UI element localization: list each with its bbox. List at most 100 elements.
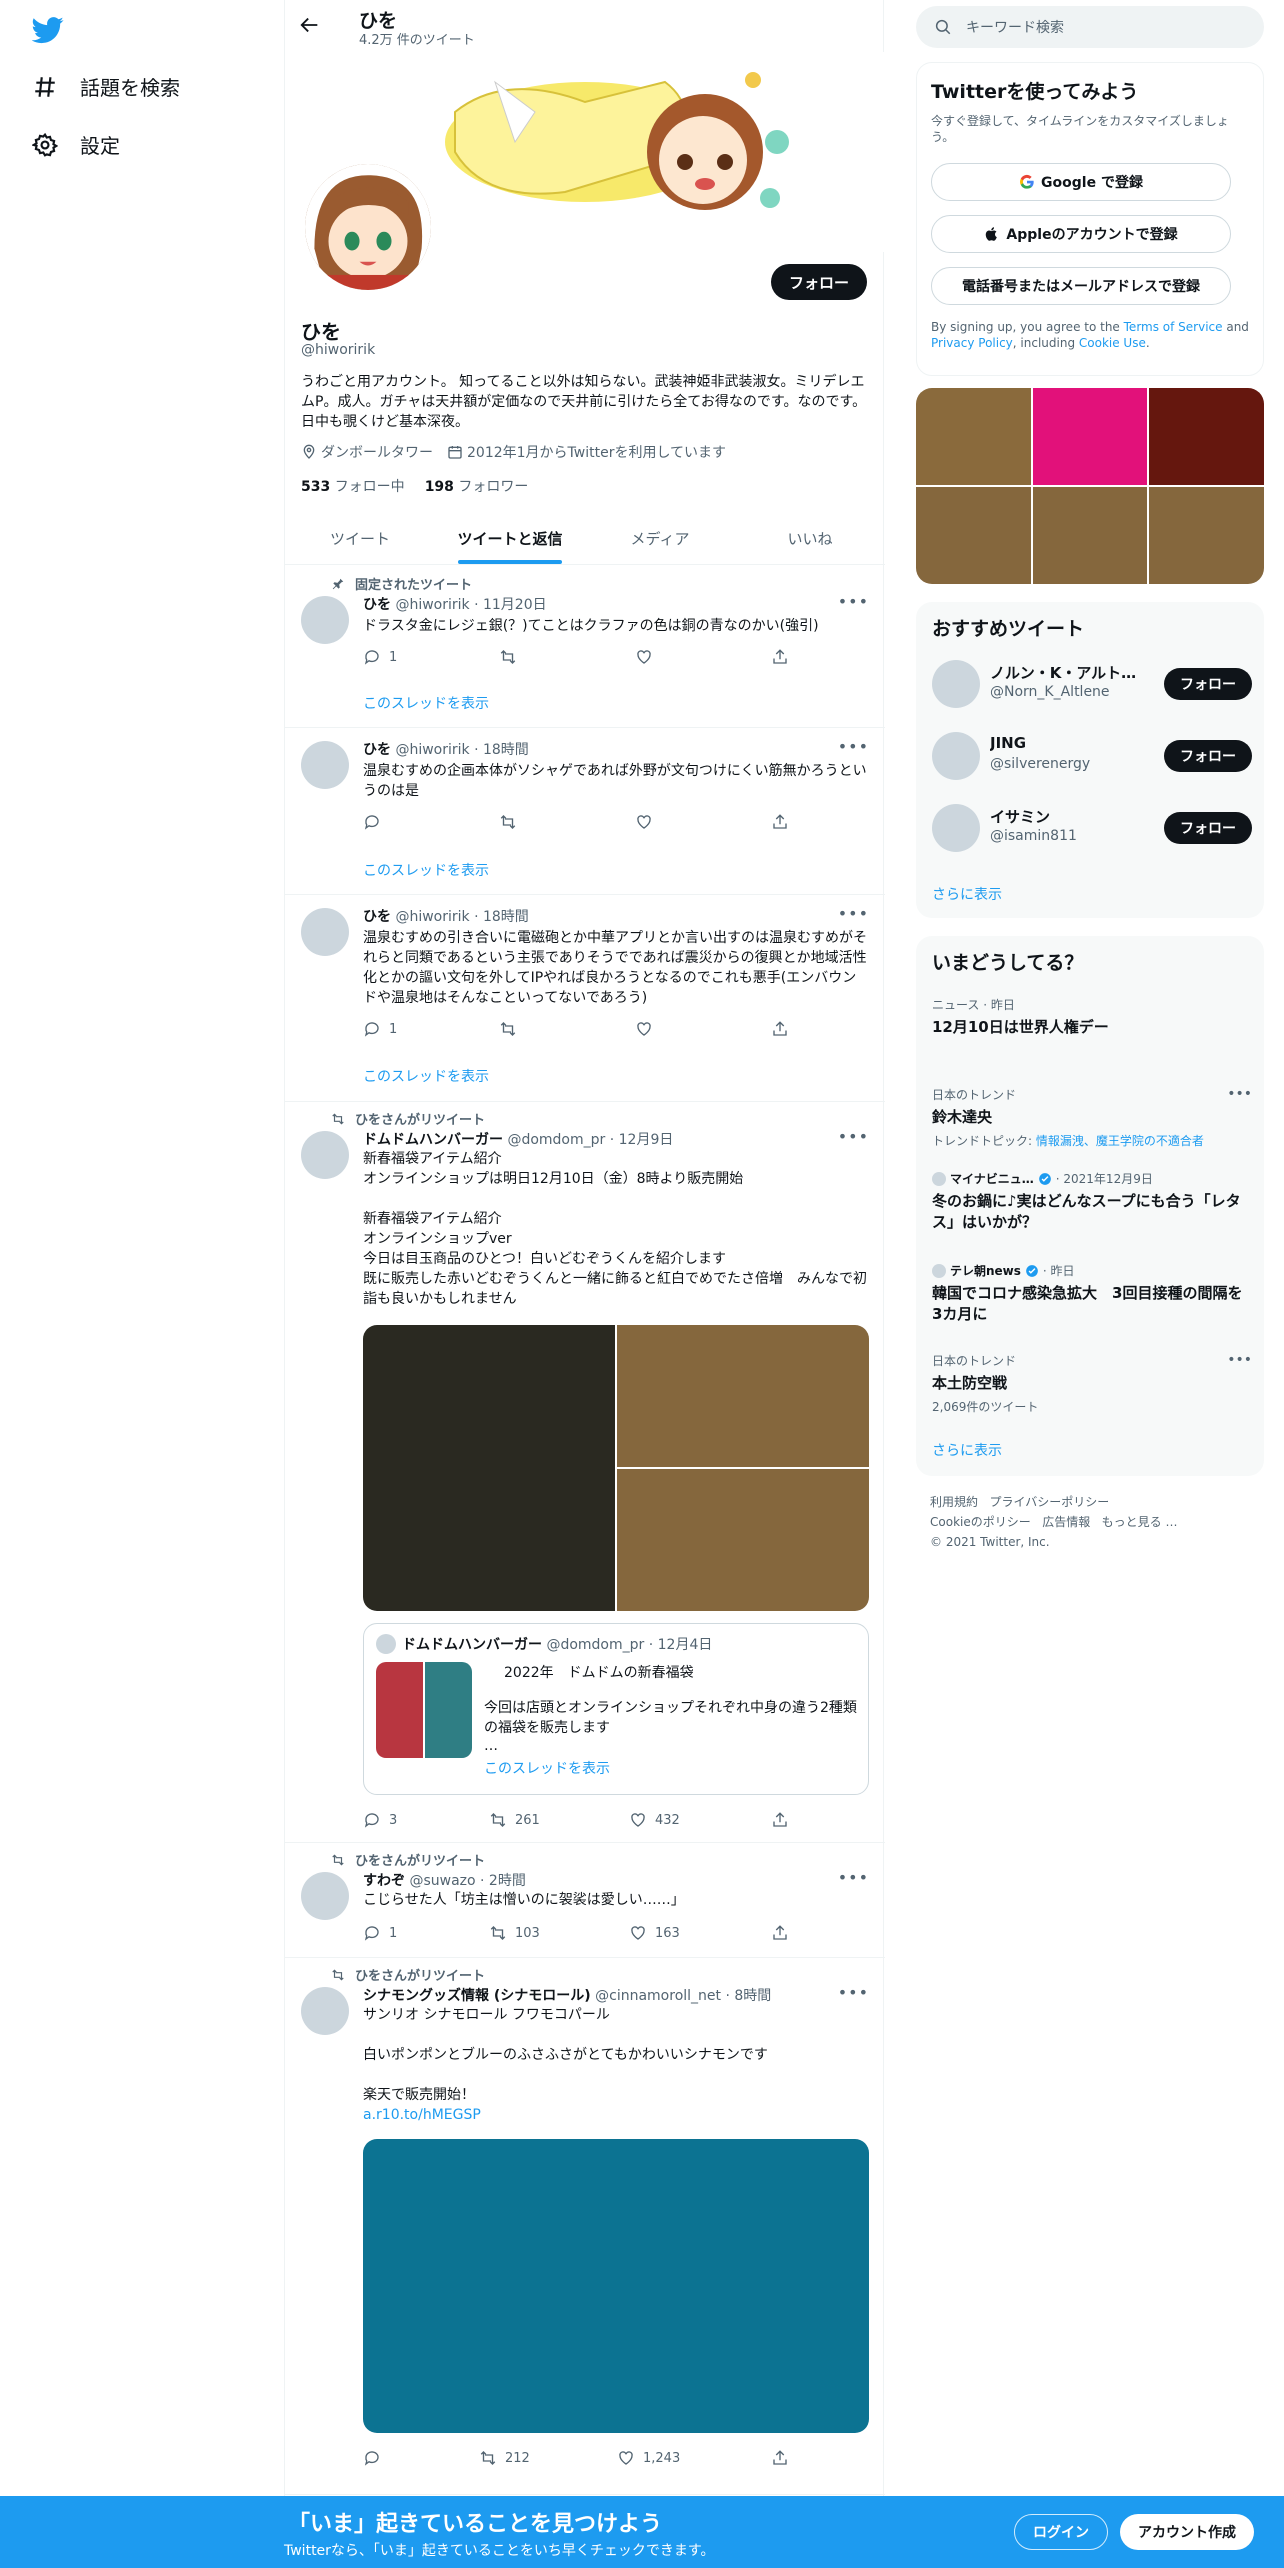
photo-tile[interactable] (1032, 388, 1148, 485)
reply-button[interactable]: 1 (363, 648, 397, 666)
trend-item[interactable]: 日本のトレンド 鈴木達央 トレンドトピック: 情報漏洩、魔王学院の不適合者 ••… (932, 1086, 1252, 1149)
footer-cookie-link[interactable]: Cookieのポリシー (930, 1515, 1031, 1529)
twitter-logo-icon[interactable] (32, 14, 64, 46)
more-icon[interactable]: ••• (838, 592, 869, 611)
like-button[interactable]: 432 (629, 1811, 680, 1829)
tab-tweets[interactable]: ツイート (285, 512, 435, 564)
tweet-retweeted[interactable]: ひをさんがリツイート ドムドムハンバーガー @domdom_pr · 12月9日… (285, 1103, 885, 1843)
back-arrow-icon[interactable] (299, 14, 323, 38)
share-button[interactable] (771, 1020, 789, 1038)
quote-show-thread-link[interactable]: このスレッドを表示 (484, 1758, 610, 1778)
media-image[interactable] (617, 1469, 869, 1611)
share-button[interactable] (771, 2449, 789, 2467)
show-thread-link[interactable]: このスレッドを表示 (363, 860, 489, 880)
google-signup-button[interactable]: Google で登録 (931, 163, 1231, 201)
tweet[interactable]: ひを @hiworirik · 18時間 ••• 温泉むすめの引き合いに電磁砲と… (285, 896, 885, 1102)
retweet-button[interactable]: 261 (489, 1811, 540, 1829)
profile-avatar[interactable] (301, 160, 435, 294)
followers-link[interactable]: 198 フォロワー (425, 476, 529, 496)
nav-settings[interactable]: 設定 (32, 130, 120, 159)
login-button[interactable]: ログイン (1014, 2514, 1108, 2550)
like-button[interactable] (635, 648, 661, 666)
tab-media[interactable]: メディア (585, 512, 735, 564)
retweet-button[interactable]: 103 (489, 1924, 540, 1942)
photo-tile[interactable] (1149, 388, 1264, 485)
reply-button[interactable]: 1 (363, 1924, 397, 1942)
share-button[interactable] (771, 813, 789, 831)
tweet-author-name[interactable]: シナモングッズ情報 (シナモロール) (363, 1988, 591, 2004)
tweet-author-name[interactable]: すわぞ (363, 1873, 405, 1889)
share-button[interactable] (771, 648, 789, 666)
reply-button[interactable] (363, 813, 389, 831)
photo-tile[interactable] (916, 388, 1031, 485)
media-image[interactable] (617, 1325, 869, 1467)
like-button[interactable]: 1,243 (617, 2449, 680, 2467)
photo-tile[interactable] (1032, 487, 1148, 584)
trend-item[interactable]: テレ朝news · 昨日 韓国でコロナ感染急拡大 3回目接種の間隔を3カ月に (932, 1262, 1252, 1325)
more-icon[interactable]: ••• (838, 904, 869, 923)
show-thread-link[interactable]: このスレッドを表示 (363, 693, 489, 713)
show-thread-link[interactable]: このスレッドを表示 (363, 1066, 489, 1086)
search-input[interactable]: キーワード検索 (966, 17, 1064, 37)
tweet-media-image[interactable] (363, 2139, 869, 2433)
tweet-retweeted[interactable]: ひをさんがリツイート シナモングッズ情報 (シナモロール) @cinnamoro… (285, 1959, 885, 2495)
more-icon[interactable]: ••• (1227, 1352, 1252, 1368)
retweet-button[interactable]: 212 (479, 2449, 530, 2467)
cookie-use-link[interactable]: Cookie Use (1079, 336, 1146, 350)
show-more-link[interactable]: さらに表示 (932, 1440, 1002, 1460)
trend-item[interactable]: マイナビニュ… · 2021年12月9日 冬のお鍋に♪実はどんなスープにも合う「… (932, 1170, 1252, 1233)
footer-terms-link[interactable]: 利用規約 (930, 1495, 978, 1509)
like-button[interactable] (635, 1020, 661, 1038)
avatar[interactable] (301, 596, 349, 644)
more-icon[interactable]: ••• (838, 737, 869, 756)
following-link[interactable]: 533 フォロー中 (301, 476, 405, 496)
follow-button[interactable]: フォロー (770, 264, 867, 300)
like-button[interactable]: 163 (629, 1924, 680, 1942)
trend-item[interactable]: ニュース · 昨日 12月10日は世界人権デー (932, 996, 1252, 1038)
footer-ads-link[interactable]: 広告情報 (1042, 1515, 1090, 1529)
avatar[interactable] (301, 1131, 349, 1179)
tweet-media-grid[interactable] (363, 1325, 869, 1611)
suggestion-item[interactable]: ノルン・K・アルト… @Norn_K_Altlene フォロー (932, 652, 1252, 712)
terms-of-service-link[interactable]: Terms of Service (1124, 320, 1223, 334)
suggestion-follow-button[interactable]: フォロー (1164, 812, 1252, 844)
tweet[interactable]: ひを @hiworirik · 18時間 ••• 温泉むすめの企画本体がソシャゲ… (285, 729, 885, 895)
suggestion-follow-button[interactable]: フォロー (1164, 668, 1252, 700)
tweet-author-name[interactable]: ひを (363, 909, 391, 925)
footer-more-link[interactable]: もっと見る … (1102, 1515, 1178, 1529)
nav-explore[interactable]: 話題を検索 (32, 72, 180, 101)
avatar[interactable] (301, 741, 349, 789)
more-icon[interactable]: ••• (838, 1127, 869, 1146)
quoted-tweet[interactable]: ドムドムハンバーガー @domdom_pr · 12月4日 2022年 ドムドム… (363, 1623, 869, 1795)
share-button[interactable] (771, 1924, 789, 1942)
share-button[interactable] (771, 1811, 789, 1829)
reply-button[interactable]: 3 (363, 1811, 397, 1829)
trend-topic-links[interactable]: 情報漏洩、魔王学院の不適合者 (1036, 1134, 1204, 1148)
tab-likes[interactable]: いいね (735, 512, 885, 564)
retweet-button[interactable] (499, 813, 525, 831)
suggestion-follow-button[interactable]: フォロー (1164, 740, 1252, 772)
avatar[interactable] (301, 1872, 349, 1920)
phone-email-signup-button[interactable]: 電話番号またはメールアドレスで登録 (931, 267, 1231, 305)
search-box[interactable]: キーワード検索 (916, 6, 1264, 48)
privacy-policy-link[interactable]: Privacy Policy (931, 336, 1013, 350)
photo-tile[interactable] (1149, 487, 1264, 584)
suggestion-item[interactable]: イサミン @isamin811 フォロー (932, 796, 1252, 856)
trend-item[interactable]: 日本のトレンド 本土防空戦 2,069件のツイート ••• (932, 1352, 1252, 1415)
tweet-pinned[interactable]: 固定されたツイート ひを @hiworirik · 11月20日 ••• ドラス… (285, 566, 885, 728)
retweet-button[interactable] (499, 648, 525, 666)
like-button[interactable] (635, 813, 661, 831)
tweet-retweeted[interactable]: ひをさんがリツイート すわぞ @suwazo · 2時間 ••• こじらせた人「… (285, 1844, 885, 1958)
more-icon[interactable]: ••• (838, 1983, 869, 2002)
tweet-author-name[interactable]: ひを (363, 742, 391, 758)
apple-signup-button[interactable]: Appleのアカウントで登録 (931, 215, 1231, 253)
create-account-button[interactable]: アカウント作成 (1120, 2514, 1254, 2550)
tweet-link[interactable]: a.r10.to/hMEGSP (363, 2105, 869, 2125)
reply-button[interactable] (363, 2449, 389, 2467)
tweet-author-name[interactable]: ひを (363, 597, 391, 613)
avatar[interactable] (301, 1987, 349, 2035)
show-more-link[interactable]: さらに表示 (932, 884, 1002, 904)
suggestion-item[interactable]: JING @silverenergy フォロー (932, 724, 1252, 784)
more-icon[interactable]: ••• (1227, 1086, 1252, 1102)
tab-tweets-and-replies[interactable]: ツイートと返信 (435, 512, 585, 564)
